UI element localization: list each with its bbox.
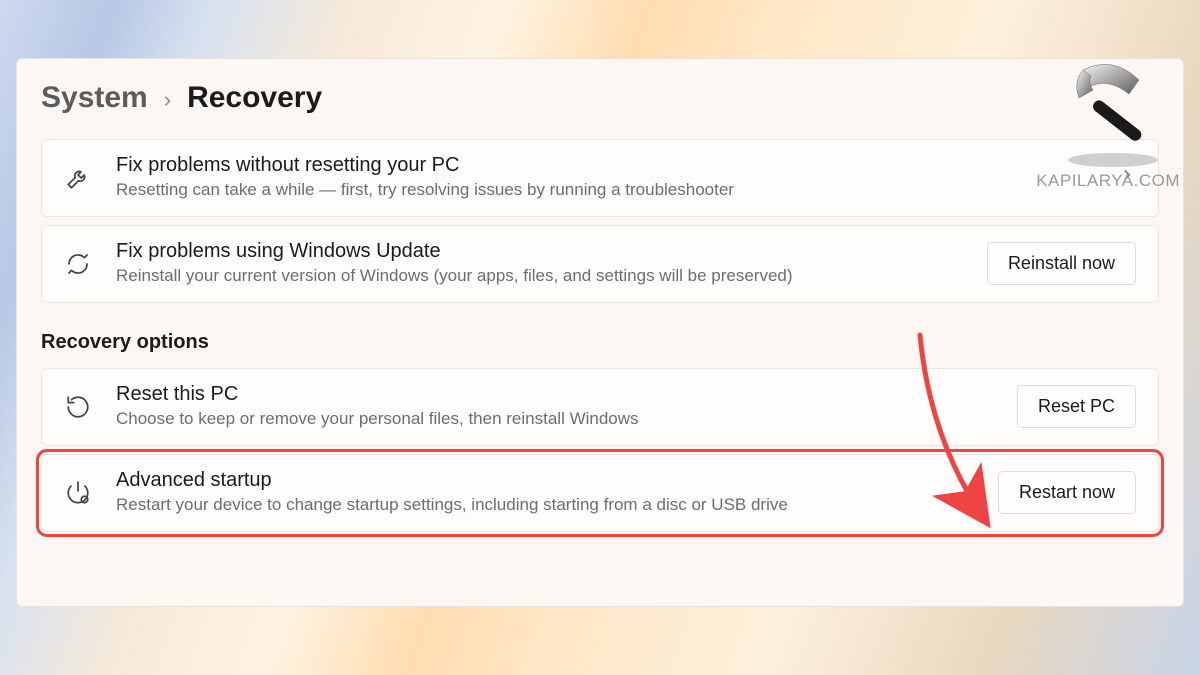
chevron-right-icon: › — [164, 87, 171, 113]
sync-icon — [64, 250, 92, 278]
advanced-startup-title: Advanced startup — [116, 469, 974, 492]
reset-pc-desc: Choose to keep or remove your personal f… — [116, 408, 993, 431]
settings-panel: System › Recovery Fix problems without r… — [16, 58, 1184, 607]
advanced-startup-row: Advanced startup Restart your device to … — [41, 454, 1159, 532]
breadcrumb-parent[interactable]: System — [41, 81, 148, 115]
troubleshoot-title: Fix problems without resetting your PC — [116, 154, 1094, 177]
power-gear-icon — [64, 479, 92, 507]
troubleshoot-row[interactable]: Fix problems without resetting your PC R… — [41, 139, 1159, 217]
chevron-right-icon — [1118, 166, 1136, 189]
windows-update-fix-desc: Reinstall your current version of Window… — [116, 265, 963, 288]
windows-update-fix-row: Fix problems using Windows Update Reinst… — [41, 225, 1159, 303]
reset-pc-row: Reset this PC Choose to keep or remove y… — [41, 368, 1159, 446]
breadcrumb: System › Recovery — [41, 81, 1159, 115]
advanced-startup-desc: Restart your device to change startup se… — [116, 494, 974, 517]
wrench-icon — [64, 164, 92, 192]
breadcrumb-current: Recovery — [187, 81, 322, 115]
windows-update-fix-title: Fix problems using Windows Update — [116, 240, 963, 263]
troubleshoot-desc: Resetting can take a while — first, try … — [116, 179, 1094, 202]
restart-now-button[interactable]: Restart now — [998, 471, 1136, 514]
reset-icon — [64, 393, 92, 421]
reinstall-now-button[interactable]: Reinstall now — [987, 242, 1136, 285]
recovery-options-header: Recovery options — [41, 331, 1159, 354]
reset-pc-button[interactable]: Reset PC — [1017, 385, 1136, 428]
reset-pc-title: Reset this PC — [116, 383, 993, 406]
